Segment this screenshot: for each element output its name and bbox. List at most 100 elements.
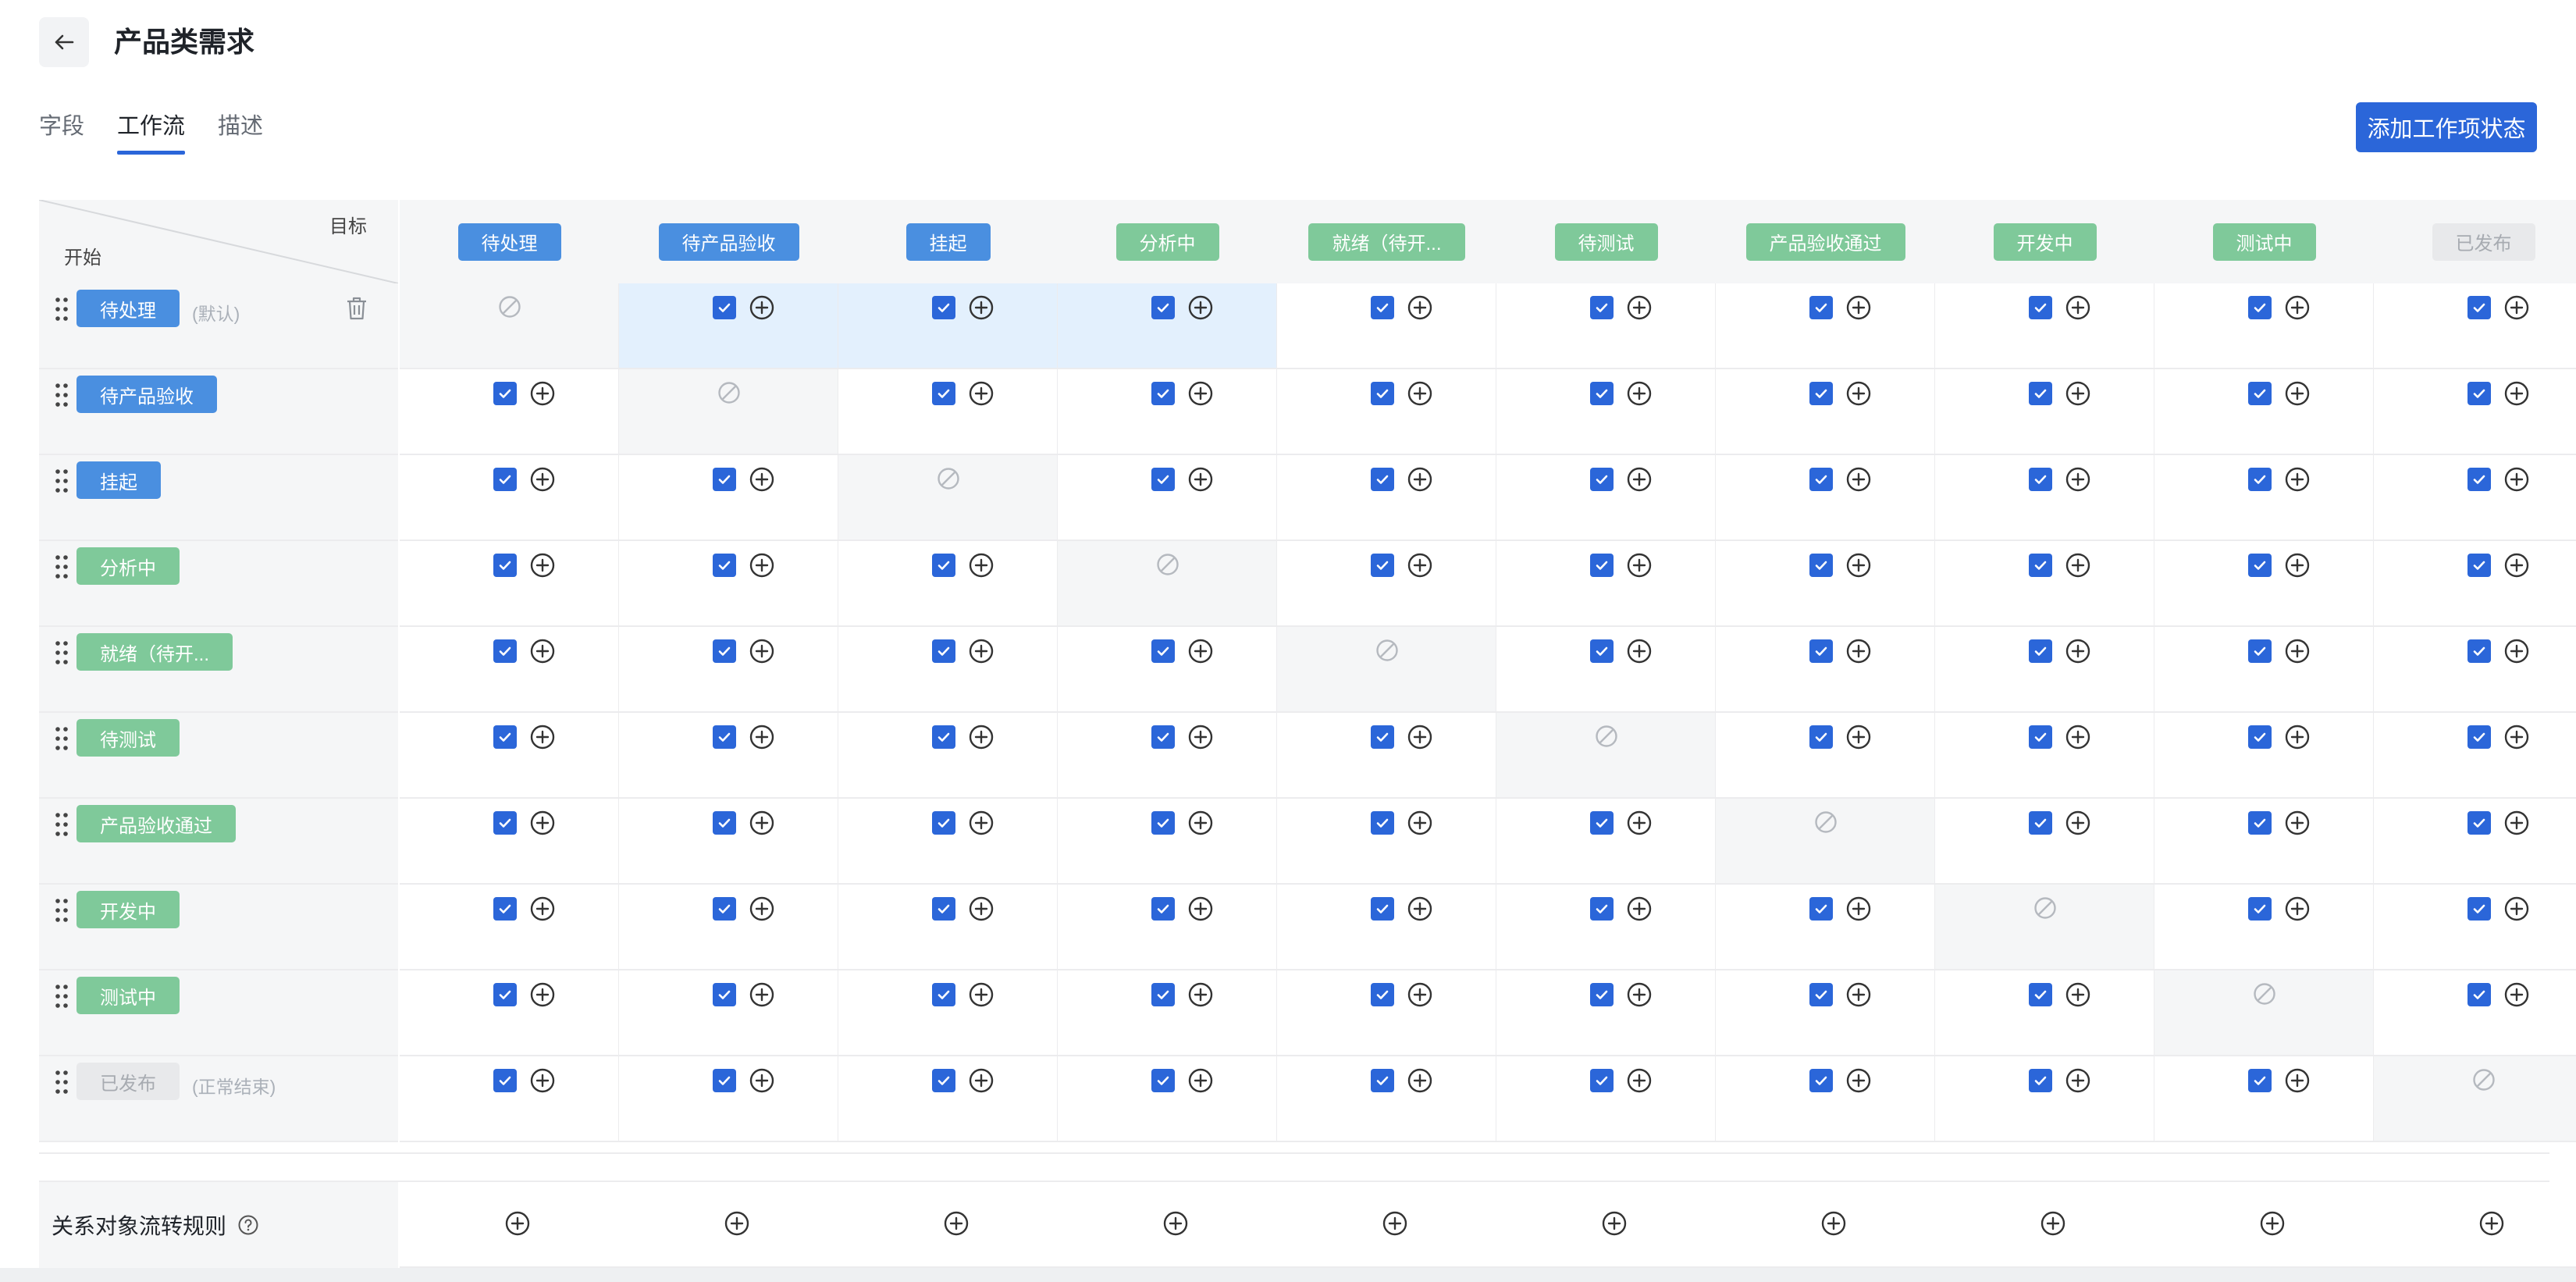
transition-checkbox[interactable] bbox=[2029, 983, 2052, 1006]
transition-checkbox[interactable] bbox=[932, 983, 955, 1006]
add-rule-icon[interactable] bbox=[1407, 896, 1433, 922]
drag-handle-icon[interactable] bbox=[55, 296, 69, 322]
transition-checkbox[interactable] bbox=[713, 811, 736, 835]
transition-checkbox[interactable] bbox=[2467, 468, 2491, 491]
transition-checkbox[interactable] bbox=[932, 1069, 955, 1092]
transition-checkbox[interactable] bbox=[2248, 725, 2272, 749]
drag-handle-icon[interactable] bbox=[55, 382, 69, 408]
add-rule-icon[interactable] bbox=[749, 1067, 775, 1094]
transition-checkbox[interactable] bbox=[2248, 554, 2272, 577]
add-relation-rule-icon[interactable] bbox=[724, 1210, 750, 1237]
transition-checkbox[interactable] bbox=[932, 639, 955, 663]
transition-checkbox[interactable] bbox=[1151, 983, 1175, 1006]
add-relation-rule-icon[interactable] bbox=[943, 1210, 970, 1237]
add-rule-icon[interactable] bbox=[968, 380, 994, 407]
transition-checkbox[interactable] bbox=[1151, 639, 1175, 663]
transition-checkbox[interactable] bbox=[1151, 725, 1175, 749]
add-rule-icon[interactable] bbox=[1845, 724, 1872, 750]
add-rule-icon[interactable] bbox=[1845, 981, 1872, 1008]
transition-checkbox[interactable] bbox=[1590, 639, 1614, 663]
add-rule-icon[interactable] bbox=[1626, 380, 1653, 407]
transition-checkbox[interactable] bbox=[713, 468, 736, 491]
transition-checkbox[interactable] bbox=[2248, 468, 2272, 491]
add-rule-icon[interactable] bbox=[2065, 810, 2091, 836]
transition-checkbox[interactable] bbox=[1151, 1069, 1175, 1092]
add-rule-icon[interactable] bbox=[1407, 724, 1433, 750]
transition-checkbox[interactable] bbox=[1371, 811, 1394, 835]
transition-checkbox[interactable] bbox=[1809, 983, 1833, 1006]
bottom-scrollbar[interactable] bbox=[0, 1268, 2576, 1282]
transition-checkbox[interactable] bbox=[493, 554, 517, 577]
add-rule-icon[interactable] bbox=[1845, 466, 1872, 493]
transition-checkbox[interactable] bbox=[493, 382, 517, 405]
transition-checkbox[interactable] bbox=[713, 639, 736, 663]
tab-workflow[interactable]: 工作流 bbox=[117, 108, 186, 155]
add-rule-icon[interactable] bbox=[529, 380, 556, 407]
transition-checkbox[interactable] bbox=[2029, 382, 2052, 405]
transition-checkbox[interactable] bbox=[2029, 725, 2052, 749]
transition-checkbox[interactable] bbox=[1590, 811, 1614, 835]
drag-handle-icon[interactable] bbox=[55, 639, 69, 666]
transition-checkbox[interactable] bbox=[1809, 725, 1833, 749]
transition-checkbox[interactable] bbox=[932, 897, 955, 921]
transition-checkbox[interactable] bbox=[1371, 554, 1394, 577]
add-rule-icon[interactable] bbox=[529, 896, 556, 922]
transition-checkbox[interactable] bbox=[493, 468, 517, 491]
delete-icon[interactable] bbox=[345, 296, 368, 321]
drag-handle-icon[interactable] bbox=[55, 811, 69, 838]
transition-checkbox[interactable] bbox=[1151, 382, 1175, 405]
add-rule-icon[interactable] bbox=[2065, 380, 2091, 407]
add-rule-icon[interactable] bbox=[2503, 466, 2530, 493]
add-rule-icon[interactable] bbox=[2503, 380, 2530, 407]
drag-handle-icon[interactable] bbox=[55, 554, 69, 580]
add-rule-icon[interactable] bbox=[1407, 294, 1433, 321]
transition-checkbox[interactable] bbox=[1371, 468, 1394, 491]
transition-checkbox[interactable] bbox=[932, 554, 955, 577]
add-rule-icon[interactable] bbox=[2503, 294, 2530, 321]
add-rule-icon[interactable] bbox=[1187, 981, 1214, 1008]
add-rule-icon[interactable] bbox=[1187, 724, 1214, 750]
transition-checkbox[interactable] bbox=[1151, 296, 1175, 319]
add-relation-rule-icon[interactable] bbox=[1820, 1210, 1847, 1237]
transition-checkbox[interactable] bbox=[1809, 382, 1833, 405]
transition-checkbox[interactable] bbox=[2467, 811, 2491, 835]
add-rule-icon[interactable] bbox=[1626, 1067, 1653, 1094]
transition-checkbox[interactable] bbox=[1371, 382, 1394, 405]
add-rule-icon[interactable] bbox=[968, 724, 994, 750]
transition-checkbox[interactable] bbox=[493, 983, 517, 1006]
add-rule-icon[interactable] bbox=[1845, 294, 1872, 321]
add-rule-icon[interactable] bbox=[2503, 810, 2530, 836]
add-rule-icon[interactable] bbox=[1626, 638, 1653, 664]
transition-checkbox[interactable] bbox=[713, 296, 736, 319]
add-rule-icon[interactable] bbox=[1187, 810, 1214, 836]
add-rule-icon[interactable] bbox=[1407, 981, 1433, 1008]
add-rule-icon[interactable] bbox=[529, 638, 556, 664]
add-rule-icon[interactable] bbox=[2284, 552, 2311, 579]
transition-checkbox[interactable] bbox=[493, 639, 517, 663]
add-rule-icon[interactable] bbox=[2284, 810, 2311, 836]
transition-checkbox[interactable] bbox=[1809, 639, 1833, 663]
transition-checkbox[interactable] bbox=[2467, 382, 2491, 405]
transition-checkbox[interactable] bbox=[2467, 725, 2491, 749]
add-rule-icon[interactable] bbox=[968, 981, 994, 1008]
add-rule-icon[interactable] bbox=[1407, 1067, 1433, 1094]
tab-description[interactable]: 描述 bbox=[218, 108, 263, 145]
transition-checkbox[interactable] bbox=[2029, 811, 2052, 835]
transition-checkbox[interactable] bbox=[2467, 639, 2491, 663]
add-relation-rule-icon[interactable] bbox=[2040, 1210, 2066, 1237]
add-rule-icon[interactable] bbox=[2065, 638, 2091, 664]
add-rule-icon[interactable] bbox=[2284, 896, 2311, 922]
add-rule-icon[interactable] bbox=[1187, 638, 1214, 664]
add-rule-icon[interactable] bbox=[2284, 380, 2311, 407]
transition-checkbox[interactable] bbox=[1809, 296, 1833, 319]
add-rule-icon[interactable] bbox=[1845, 638, 1872, 664]
transition-checkbox[interactable] bbox=[2248, 811, 2272, 835]
transition-checkbox[interactable] bbox=[2248, 639, 2272, 663]
add-rule-icon[interactable] bbox=[2284, 466, 2311, 493]
transition-checkbox[interactable] bbox=[713, 554, 736, 577]
add-rule-icon[interactable] bbox=[1407, 552, 1433, 579]
transition-checkbox[interactable] bbox=[932, 382, 955, 405]
transition-checkbox[interactable] bbox=[932, 811, 955, 835]
transition-checkbox[interactable] bbox=[493, 811, 517, 835]
transition-checkbox[interactable] bbox=[1809, 468, 1833, 491]
